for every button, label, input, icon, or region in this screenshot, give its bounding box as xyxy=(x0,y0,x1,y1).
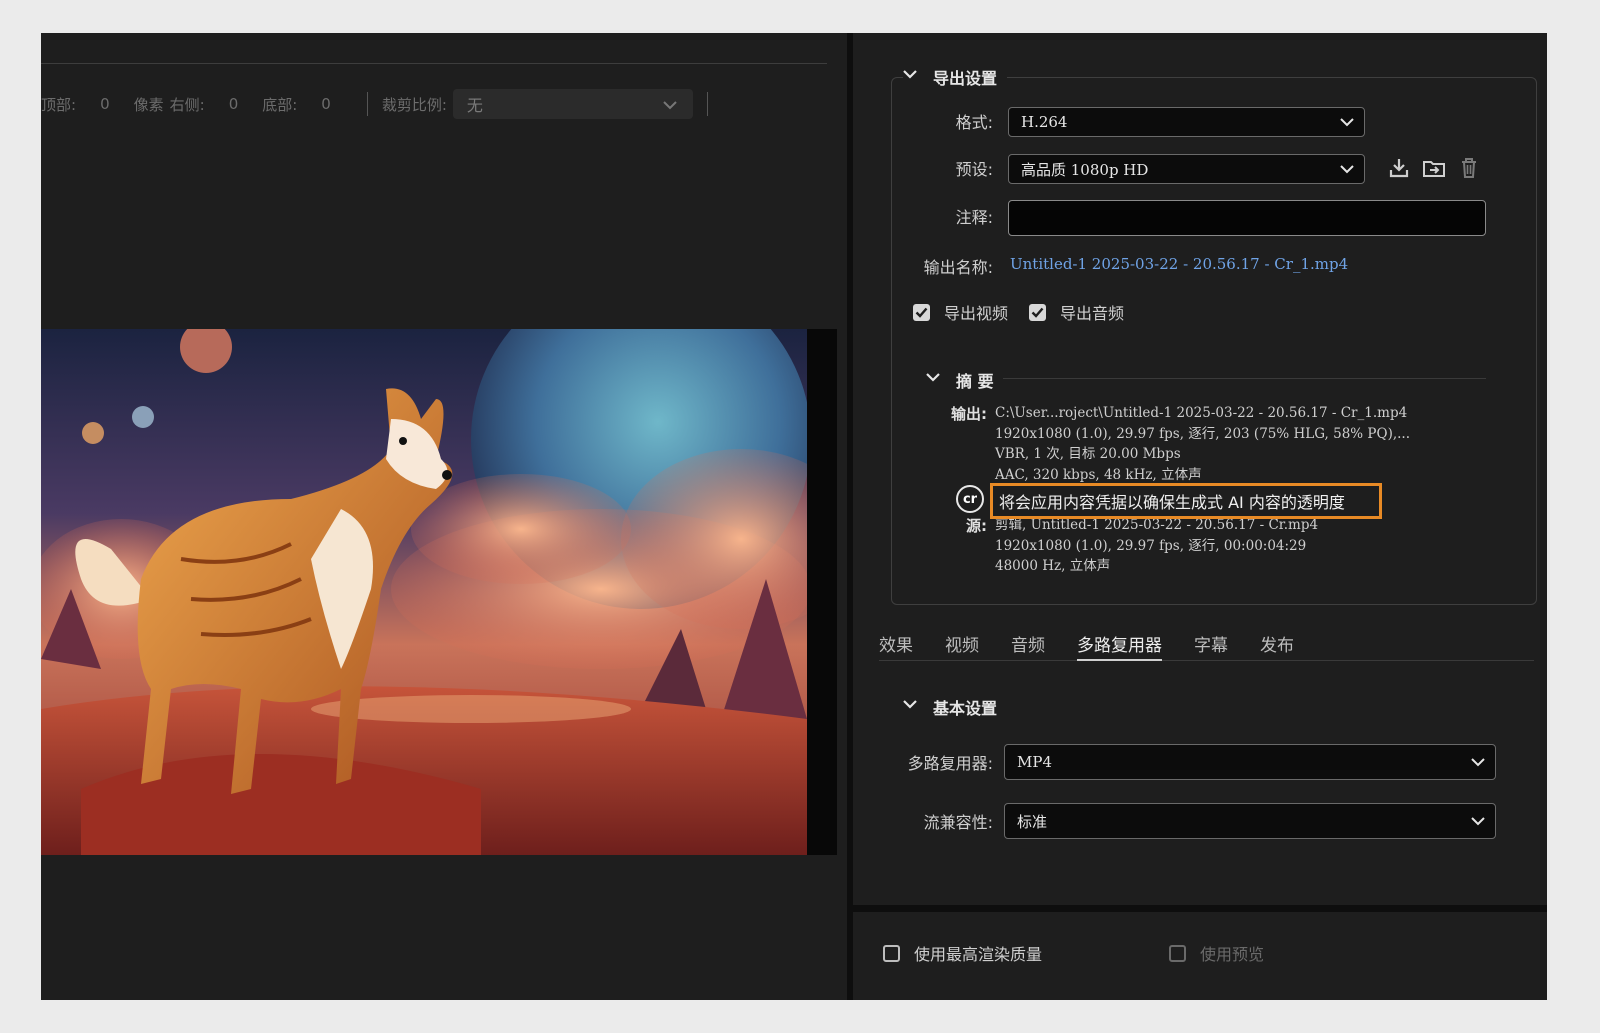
chevron-down-icon xyxy=(663,95,677,114)
summary-output-label: 输出: xyxy=(951,405,987,423)
summary-source-line: 1920x1080 (1.0), 29.97 fps, 逐行, 00:00:04… xyxy=(995,537,1307,554)
preview-image xyxy=(41,329,807,855)
crop-top-label: 顶部: xyxy=(41,95,77,114)
crop-right-label: 右侧: xyxy=(169,95,205,114)
save-preset-icon[interactable] xyxy=(1386,155,1412,181)
crop-unit-label: 像素 xyxy=(133,95,164,114)
format-label: 格式: xyxy=(955,113,993,132)
delete-preset-icon[interactable] xyxy=(1456,155,1482,181)
chevron-down-icon xyxy=(903,699,917,711)
checkbox-box xyxy=(1169,944,1186,962)
comment-input[interactable] xyxy=(1008,200,1486,236)
crop-bottom-label: 底部: xyxy=(262,95,298,114)
chevron-down-icon xyxy=(1471,812,1485,830)
tab-video[interactable]: 视频 xyxy=(945,627,979,661)
muxer-select[interactable]: MP4 xyxy=(1004,744,1496,780)
content-credentials-icon[interactable]: cr xyxy=(956,485,984,513)
summary-source-label: 源: xyxy=(966,517,987,535)
use-preview-label: 使用预览 xyxy=(1200,945,1265,964)
checkbox-box xyxy=(883,944,900,962)
chevron-down-icon xyxy=(1340,113,1354,131)
export-settings-header[interactable]: 导出设置 xyxy=(903,65,1008,89)
preset-label: 预设: xyxy=(955,160,993,179)
summary-source-block: 剪辑, Untitled-1 2025-03-22 - 20.56.17 - C… xyxy=(995,515,1318,577)
summary-divider xyxy=(1003,378,1486,379)
chevron-down-icon xyxy=(1471,753,1485,771)
basic-settings-title: 基本设置 xyxy=(933,699,998,718)
checkmark-icon xyxy=(913,303,930,321)
video-preview-frame xyxy=(41,329,807,855)
summary-title: 摘 要 xyxy=(956,372,994,391)
preview-panel: 顶部: 0 像素 右侧: 0 底部: 0 裁剪比例: 无 xyxy=(41,33,847,1000)
crop-ratio-value: 无 xyxy=(466,96,483,115)
tab-publish[interactable]: 发布 xyxy=(1260,627,1294,661)
summary-output-line: 1920x1080 (1.0), 29.97 fps, 逐行, 203 (75%… xyxy=(995,425,1410,442)
comment-label: 注释: xyxy=(955,208,993,227)
footer-divider xyxy=(853,905,1547,912)
tab-multiplexer[interactable]: 多路复用器 xyxy=(1077,627,1162,661)
summary-header[interactable]: 摘 要 xyxy=(926,368,1004,392)
tab-effects[interactable]: 效果 xyxy=(879,627,913,661)
checkmark-icon xyxy=(1029,303,1046,321)
cr-badge-text: cr xyxy=(962,491,978,507)
crop-ratio-label: 裁剪比例: xyxy=(381,95,447,114)
tab-audio[interactable]: 音频 xyxy=(1011,627,1045,661)
chevron-down-icon xyxy=(1340,160,1354,178)
export-settings-title: 导出设置 xyxy=(933,69,998,88)
preset-select[interactable]: 高品质 1080p HD xyxy=(1008,154,1365,184)
output-name-label: 输出名称: xyxy=(923,258,993,277)
output-name-link[interactable]: Untitled-1 2025-03-22 - 20.56.17 - Cr_1.… xyxy=(1010,255,1348,273)
summary-output-line: C:\User...roject\Untitled-1 2025-03-22 -… xyxy=(995,405,1408,421)
chevron-down-icon xyxy=(926,372,940,384)
summary-output-line: AAC, 320 kbps, 48 kHz, 立体声 xyxy=(995,466,1202,483)
summary-output-block: C:\User...roject\Untitled-1 2025-03-22 -… xyxy=(995,403,1410,485)
settings-panel: 导出设置 格式: H.264 预设: 高品质 1080p HD 注释: 输出名称… xyxy=(853,33,1547,1000)
preset-value: 高品质 1080p HD xyxy=(1021,160,1149,179)
muxer-value: MP4 xyxy=(1017,753,1052,771)
content-credentials-tooltip: 将会应用内容凭据以确保生成式 AI 内容的透明度 xyxy=(990,483,1382,519)
compat-label: 流兼容性: xyxy=(923,813,993,832)
crop-ratio-select[interactable]: 无 xyxy=(452,89,693,119)
format-select[interactable]: H.264 xyxy=(1008,107,1365,137)
tooltip-text: 将会应用内容凭据以确保生成式 AI 内容的透明度 xyxy=(999,493,1345,512)
basic-settings-header[interactable]: 基本设置 xyxy=(903,695,1008,719)
export-audio-checkbox[interactable]: 导出音频 xyxy=(1029,300,1124,324)
import-preset-icon[interactable] xyxy=(1421,155,1447,181)
crop-right-value[interactable]: 0 xyxy=(229,95,239,113)
preview-top-divider xyxy=(41,63,827,64)
max-quality-checkbox[interactable]: 使用最高渲染质量 xyxy=(883,941,1042,965)
chevron-down-icon xyxy=(903,69,917,81)
summary-source-line: 48000 Hz, 立体声 xyxy=(995,558,1111,574)
summary-output-line: VBR, 1 次, 目标 20.00 Mbps xyxy=(995,446,1181,462)
crop-bottom-value[interactable]: 0 xyxy=(321,95,331,113)
crop-top-value[interactable]: 0 xyxy=(100,95,110,113)
muxer-label: 多路复用器: xyxy=(907,754,993,773)
settings-tabs: 效果 视频 音频 多路复用器 字幕 发布 xyxy=(879,627,1534,661)
compat-select[interactable]: 标准 xyxy=(1004,803,1496,839)
max-quality-label: 使用最高渲染质量 xyxy=(914,945,1043,964)
crop-separator xyxy=(366,92,368,116)
crop-end-separator xyxy=(706,92,708,116)
export-video-checkbox[interactable]: 导出视频 xyxy=(913,300,1008,324)
preview-letterbox xyxy=(807,329,837,855)
export-video-label: 导出视频 xyxy=(944,304,1009,323)
export-audio-label: 导出音频 xyxy=(1060,304,1125,323)
use-preview-checkbox[interactable]: 使用预览 xyxy=(1169,941,1264,965)
export-dialog: 顶部: 0 像素 右侧: 0 底部: 0 裁剪比例: 无 导出设置 格式: H.… xyxy=(41,33,1547,1000)
tab-captions[interactable]: 字幕 xyxy=(1194,627,1228,661)
crop-toolbar: 顶部: 0 像素 右侧: 0 底部: 0 裁剪比例: 无 xyxy=(41,88,722,120)
compat-value: 标准 xyxy=(1017,812,1048,831)
format-value: H.264 xyxy=(1021,113,1068,131)
